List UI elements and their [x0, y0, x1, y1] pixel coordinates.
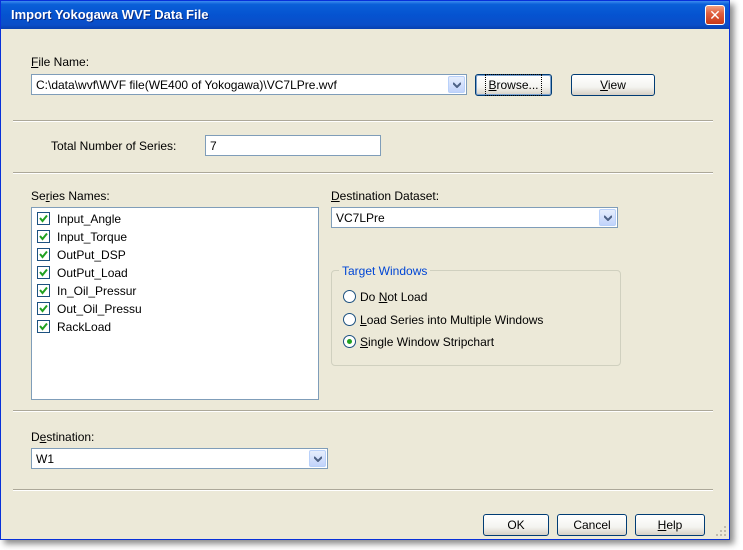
- checkmark-icon: [39, 232, 48, 241]
- help-button[interactable]: Help: [635, 514, 705, 536]
- checkmark-icon: [39, 286, 48, 295]
- resize-grip-icon[interactable]: [715, 525, 727, 537]
- destination-value: W1: [36, 452, 54, 466]
- series-checkbox[interactable]: [37, 284, 50, 297]
- total-series-label: Total Number of Series:: [51, 139, 177, 153]
- cancel-button[interactable]: Cancel: [557, 514, 627, 536]
- target-windows-title: Target Windows: [339, 264, 431, 278]
- dialog-title: Import Yokogawa WVF Data File: [11, 7, 209, 22]
- browse-button[interactable]: Browse...: [475, 74, 552, 96]
- chevron-down-icon: [604, 215, 612, 221]
- checkmark-icon: [39, 322, 48, 331]
- destination-combo[interactable]: W1: [31, 448, 328, 469]
- destination-dropdown-button[interactable]: [309, 450, 326, 467]
- separator: [13, 120, 713, 122]
- series-listbox[interactable]: Input_Angle Input_Torque OutPut_DSP OutP…: [31, 207, 319, 400]
- total-series-field[interactable]: 7: [205, 135, 381, 156]
- dataset-dropdown-button[interactable]: [599, 209, 616, 226]
- separator: [13, 489, 713, 491]
- series-name: RackLoad: [57, 320, 112, 334]
- file-name-combo[interactable]: C:\data\wvf\WVF file(WE400 of Yokogawa)\…: [31, 74, 467, 95]
- total-series-value: 7: [210, 139, 217, 153]
- series-name: OutPut_Load: [57, 266, 128, 280]
- dialog-content: File Name: C:\data\wvf\WVF file(WE400 of…: [1, 29, 729, 539]
- ok-button[interactable]: OK: [483, 514, 549, 536]
- series-name: OutPut_DSP: [57, 248, 126, 262]
- import-dialog: Import Yokogawa WVF Data File ✕ File Nam…: [0, 0, 730, 540]
- series-checkbox[interactable]: [37, 212, 50, 225]
- separator: [13, 172, 713, 174]
- dataset-value: VC7LPre: [336, 211, 385, 225]
- separator: [13, 410, 713, 412]
- series-name: Out_Oil_Pressu: [57, 302, 142, 316]
- radio-button[interactable]: [343, 335, 356, 348]
- series-names-label: Series Names:: [31, 189, 110, 203]
- checkmark-icon: [39, 250, 48, 259]
- close-icon: ✕: [709, 7, 721, 23]
- series-name: Input_Angle: [57, 212, 122, 226]
- destination-dataset-label: Destination Dataset:: [331, 189, 440, 203]
- checkmark-icon: [39, 304, 48, 313]
- checkmark-icon: [39, 214, 48, 223]
- view-button[interactable]: View: [571, 74, 655, 96]
- radio-button[interactable]: [343, 290, 356, 303]
- series-name: In_Oil_Pressur: [57, 284, 137, 298]
- close-button[interactable]: ✕: [705, 5, 725, 25]
- series-name: Input_Torque: [57, 230, 128, 244]
- title-bar[interactable]: Import Yokogawa WVF Data File ✕: [1, 1, 729, 29]
- series-checkbox[interactable]: [37, 302, 50, 315]
- checkmark-icon: [39, 268, 48, 277]
- file-dropdown-button[interactable]: [448, 76, 465, 93]
- series-checkbox[interactable]: [37, 248, 50, 261]
- file-path-value: C:\data\wvf\WVF file(WE400 of Yokogawa)\…: [36, 78, 337, 92]
- chevron-down-icon: [314, 456, 322, 462]
- radio-button[interactable]: [343, 313, 356, 326]
- series-checkbox[interactable]: [37, 266, 50, 279]
- destination-label: Destination:: [31, 430, 95, 444]
- series-checkbox[interactable]: [37, 320, 50, 333]
- destination-dataset-combo[interactable]: VC7LPre: [331, 207, 618, 228]
- series-checkbox[interactable]: [37, 230, 50, 243]
- radio-selected-dot: [347, 339, 352, 344]
- file-name-label: File Name:: [31, 55, 90, 69]
- chevron-down-icon: [453, 82, 461, 88]
